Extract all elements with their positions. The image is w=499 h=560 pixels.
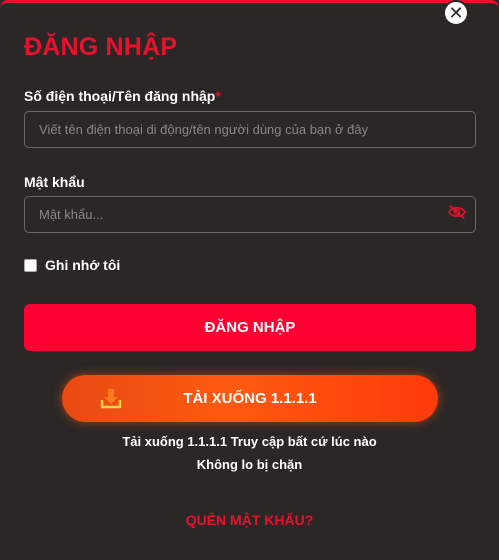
download-icon xyxy=(100,389,122,409)
username-label-text: Số điện thoại/Tên đăng nhập xyxy=(24,88,216,104)
modal-title: ĐĂNG NHẬP xyxy=(24,33,178,61)
password-label: Mật khẩu xyxy=(24,174,85,190)
promo-line-1: Tải xuống 1.1.1.1 Truy cập bất cứ lúc nà… xyxy=(122,434,377,449)
close-icon[interactable]: ✕ xyxy=(443,0,469,26)
required-mark: * xyxy=(215,88,221,104)
remember-me[interactable]: Ghi nhớ tôi xyxy=(24,257,120,273)
download-button[interactable]: TẢI XUỐNG 1.1.1.1 xyxy=(62,375,438,422)
eye-slash-icon[interactable] xyxy=(447,204,467,220)
promo-line-2: Không lo bị chặn xyxy=(196,457,303,472)
download-button-label: TẢI XUỐNG 1.1.1.1 xyxy=(183,390,317,407)
remember-checkbox[interactable] xyxy=(24,258,37,272)
login-button[interactable]: ĐĂNG NHẬP xyxy=(24,304,476,351)
username-label: Số điện thoại/Tên đăng nhập* xyxy=(24,88,221,104)
forgot-password-link[interactable]: QUÊN MẬT KHẨU? xyxy=(0,512,499,528)
username-input[interactable] xyxy=(24,111,476,148)
password-input[interactable] xyxy=(24,196,476,233)
remember-label: Ghi nhớ tôi xyxy=(45,257,121,273)
login-modal: ✕ ĐĂNG NHẬP Số điện thoại/Tên đăng nhập*… xyxy=(0,0,499,560)
